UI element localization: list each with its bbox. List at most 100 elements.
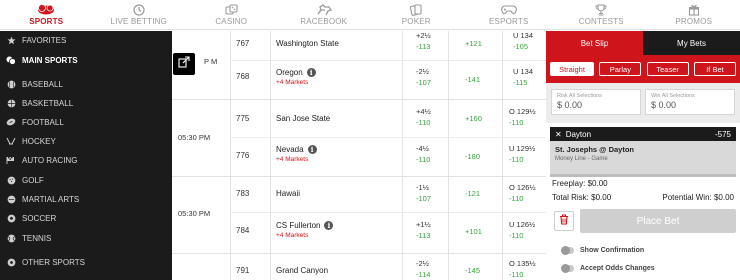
- sidebar-item-label: MAIN SPORTS: [22, 55, 78, 65]
- spread-cell[interactable]: +1½ -113: [416, 220, 431, 240]
- total-cell[interactable]: U 129½ -110: [509, 144, 535, 164]
- sidebar-item-auto-racing[interactable]: AUTO RACING: [0, 151, 172, 169]
- remove-selection-icon[interactable]: ✕: [555, 130, 562, 139]
- risk-all-field[interactable]: Risk All Selections $ 0.00: [551, 89, 641, 115]
- main-sports-icon: [0, 56, 22, 65]
- selection-bet-type: Money Line - Game: [555, 156, 608, 162]
- game-separator: [172, 176, 546, 177]
- nav-sports[interactable]: SPORTS: [0, 0, 93, 29]
- game-time: 05:30 PM: [178, 133, 211, 142]
- straight-button[interactable]: Straight: [550, 62, 594, 76]
- spread-cell[interactable]: -4½ -110: [416, 144, 430, 164]
- sidebar-item-football[interactable]: FOOTBALL: [0, 113, 172, 131]
- moneyline-cell[interactable]: +160: [465, 114, 482, 123]
- more-markets-link[interactable]: +4 Markets: [276, 79, 316, 86]
- total-cell[interactable]: U 126½ -110: [509, 220, 535, 240]
- info-icon[interactable]: i: [306, 68, 316, 78]
- sidebar-item-golf[interactable]: GOLF: [0, 171, 172, 189]
- moneyline-cell[interactable]: +121: [465, 39, 482, 48]
- place-bet-button[interactable]: Place Bet: [580, 209, 736, 233]
- team-row[interactable]: Washington State: [276, 39, 339, 48]
- total-cell[interactable]: O 129½ -110: [509, 107, 536, 127]
- more-markets-link[interactable]: +4 Markets: [276, 232, 333, 239]
- nav-racebook[interactable]: RACEBOOK: [278, 0, 371, 29]
- nav-live-betting[interactable]: LIVE BETTING: [93, 0, 186, 29]
- tab-my-bets[interactable]: My Bets: [643, 31, 740, 55]
- moneyline-cell[interactable]: -141: [465, 75, 480, 84]
- nav-esports[interactable]: ESPORTS: [463, 0, 556, 29]
- total-cell[interactable]: U 134 -115: [513, 67, 533, 87]
- totals-row: Total Risk: $0.00 Potential Win: $0.00: [546, 193, 740, 202]
- total-cell[interactable]: O 135½ -110: [509, 259, 536, 279]
- show-confirmation-toggle[interactable]: [561, 246, 574, 255]
- moneyline-cell[interactable]: -180: [465, 152, 480, 161]
- team-row[interactable]: CS Fullerton i +4 Markets: [276, 221, 334, 239]
- moneyline-odds: -121: [465, 189, 481, 198]
- rotation-number: 768: [236, 72, 250, 81]
- win-all-field[interactable]: Win All Selections $ 0.00: [645, 89, 735, 115]
- moneyline-cell[interactable]: +101: [465, 227, 482, 236]
- more-markets-link[interactable]: +4 Markets: [276, 156, 317, 163]
- moneyline-cell[interactable]: -121: [465, 189, 480, 198]
- nav-casino[interactable]: CASINO: [185, 0, 278, 29]
- nav-contests[interactable]: CONTESTS: [555, 0, 648, 29]
- nav-label: POKER: [401, 17, 431, 26]
- team-row[interactable]: San Jose State: [276, 114, 330, 123]
- spread-odds: -113: [416, 42, 431, 51]
- other-sports-icon: [0, 258, 22, 267]
- tennis-icon: [0, 234, 22, 243]
- tab-bet-slip[interactable]: Bet Slip: [546, 31, 643, 55]
- team-row[interactable]: Oregon i +4 Markets: [276, 68, 316, 86]
- sidebar-item-tennis[interactable]: TENNIS: [0, 229, 172, 247]
- moneyline-odds: +121: [465, 39, 482, 48]
- info-icon[interactable]: i: [324, 221, 334, 231]
- sidebar-item-other-sports[interactable]: OTHER SPORTS: [0, 253, 172, 271]
- spread-cell[interactable]: -1½ -107: [416, 183, 431, 203]
- share-button[interactable]: [173, 53, 195, 75]
- spread-cell[interactable]: -2½ -107: [416, 67, 431, 87]
- parlay-button[interactable]: Parlay: [599, 62, 642, 76]
- team-name: Hawaii: [276, 189, 301, 198]
- team-row[interactable]: Hawaii: [276, 189, 300, 198]
- sidebar-item-soccer[interactable]: SOCCER: [0, 209, 172, 227]
- selection-input-bar[interactable]: [550, 174, 736, 177]
- gift-icon: [688, 3, 700, 16]
- moneyline-odds: -180: [465, 152, 481, 161]
- clock-icon: [133, 3, 145, 16]
- sidebar-item-hockey[interactable]: HOCKEY: [0, 132, 172, 150]
- total-cell[interactable]: U 134 -105: [513, 31, 533, 51]
- sidebar-item-main-sports[interactable]: MAIN SPORTS: [0, 51, 172, 69]
- team-row[interactable]: Grand Canyon: [276, 266, 328, 275]
- moneyline-cell[interactable]: -145: [465, 266, 480, 275]
- total-cell[interactable]: O 126½ -110: [509, 183, 536, 203]
- total-risk: Total Risk: $0.00: [552, 193, 612, 202]
- sidebar-item-basketball[interactable]: BASKETBALL: [0, 94, 172, 112]
- sidebar-item-martial-arts[interactable]: MARTIAL ARTS: [0, 190, 172, 208]
- info-icon[interactable]: i: [307, 145, 317, 155]
- nav-label: RACEBOOK: [300, 17, 348, 26]
- rotation-number: 783: [236, 189, 250, 198]
- team-row[interactable]: Nevada i +4 Markets: [276, 145, 317, 163]
- game-time: P M: [204, 57, 218, 66]
- team-name: Nevada: [276, 145, 304, 154]
- sidebar-item-baseball[interactable]: BASEBALL: [0, 75, 172, 93]
- nav-promos[interactable]: PROMOS: [648, 0, 740, 29]
- spread-cell[interactable]: -2½ -114: [416, 259, 430, 279]
- accept-odds-toggle[interactable]: [561, 264, 574, 273]
- teaser-button[interactable]: Teaser: [646, 62, 689, 76]
- nav-label: SPORTS: [29, 17, 64, 26]
- nav-poker[interactable]: POKER: [370, 0, 463, 29]
- clear-slip-button[interactable]: [554, 211, 574, 231]
- spread-line: -1½: [416, 183, 429, 192]
- star-icon: [0, 35, 22, 45]
- sidebar-item-label: MARTIAL ARTS: [22, 194, 80, 204]
- if-bet-button[interactable]: If Bet: [693, 62, 736, 76]
- risk-win-area: Risk All Selections $ 0.00 Win All Selec…: [546, 83, 740, 123]
- row-separator: [230, 60, 546, 61]
- nav-label: ESPORTS: [489, 17, 529, 26]
- sidebar-item-favorites[interactable]: FAVORITES: [0, 31, 172, 49]
- show-confirmation-row: Show Confirmation: [561, 246, 644, 255]
- column-divider: [270, 31, 271, 280]
- spread-cell[interactable]: +2½ -113: [416, 31, 431, 51]
- spread-cell[interactable]: +4½ -110: [416, 107, 431, 127]
